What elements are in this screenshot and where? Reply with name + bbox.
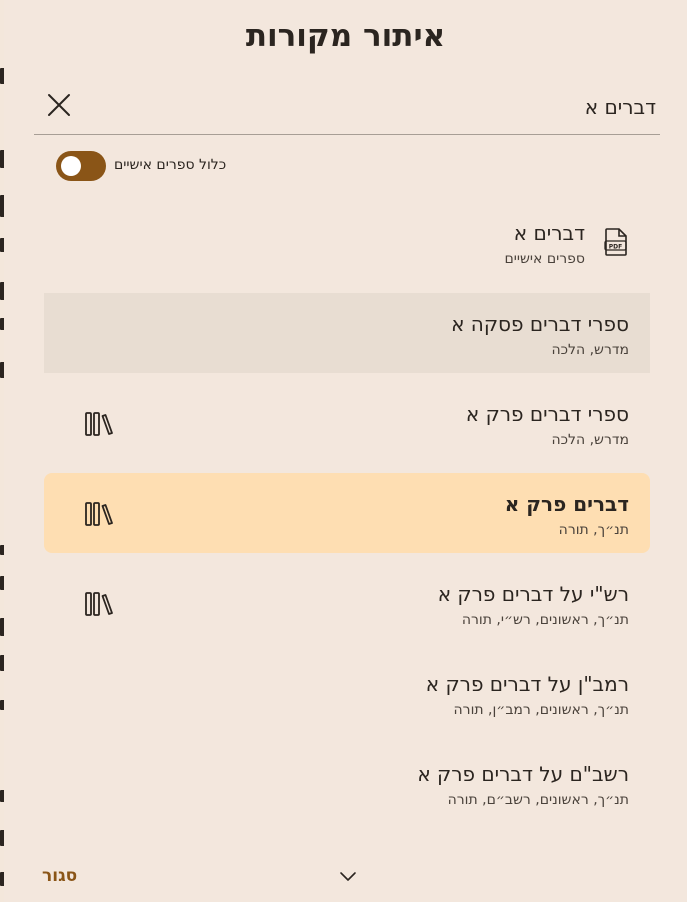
result-item-selected[interactable]: דברים פרק א תנ״ך, תורה — [44, 473, 650, 553]
result-item[interactable]: ספרי דברים פסקה א מדרש, הלכה — [44, 293, 650, 373]
close-button[interactable]: סגור — [42, 866, 77, 886]
result-subtitle: תנ״ך, ראשונים, רמב״ן, תורה — [453, 702, 629, 718]
result-title: דברים פרק א — [504, 492, 629, 516]
library-icon — [85, 592, 113, 616]
svg-text:PDF: PDF — [609, 243, 622, 250]
result-item[interactable]: רשב"ם על דברים פרק א תנ״ך, ראשונים, רשב״… — [44, 743, 650, 823]
chevron-down-icon[interactable] — [338, 866, 358, 886]
result-title: ספרי דברים פרק א — [465, 402, 629, 426]
result-item[interactable]: רש"י על דברים פרק א תנ״ך, ראשונים, רש״י,… — [44, 563, 650, 643]
close-icon[interactable] — [46, 92, 72, 118]
find-sources-dialog: איתור מקורות כלול ספרים אישיים PDF דברים… — [4, 0, 687, 902]
dialog-footer: סגור — [4, 850, 687, 902]
result-title: רמב"ן על דברים פרק א — [425, 672, 629, 696]
result-title: רש"י על דברים פרק א — [437, 582, 629, 606]
library-icon — [85, 502, 113, 526]
result-title: רשב"ם על דברים פרק א — [417, 762, 629, 786]
pdf-icon: PDF — [604, 228, 627, 256]
result-item[interactable]: ספרי דברים פרק א מדרש, הלכה — [44, 383, 650, 463]
toggle-knob — [61, 156, 81, 176]
search-input[interactable] — [134, 88, 658, 126]
result-subtitle: מדרש, הלכה — [551, 342, 629, 358]
result-item[interactable]: רמב"ן על דברים פרק א תנ״ך, ראשונים, רמב״… — [44, 653, 650, 733]
result-subtitle: תנ״ך, ראשונים, רש״י, תורה — [461, 612, 629, 628]
result-title: דברים א — [513, 221, 585, 245]
result-subtitle: תנ״ך, תורה — [558, 522, 629, 538]
result-title: ספרי דברים פסקה א — [451, 312, 629, 336]
result-subtitle: תנ״ך, ראשונים, רשב״ם, תורה — [447, 792, 629, 808]
include-personal-books-row: כלול ספרים אישיים — [56, 150, 356, 182]
include-personal-books-toggle[interactable] — [56, 151, 106, 181]
result-subtitle: ספרים אישיים — [504, 251, 585, 267]
toggle-label: כלול ספרים אישיים — [114, 157, 227, 173]
search-bar — [34, 82, 660, 135]
result-item[interactable]: PDF דברים א ספרים אישיים — [44, 204, 650, 284]
dialog-title: איתור מקורות — [245, 18, 446, 54]
library-icon — [85, 412, 113, 436]
result-subtitle: מדרש, הלכה — [551, 432, 629, 448]
